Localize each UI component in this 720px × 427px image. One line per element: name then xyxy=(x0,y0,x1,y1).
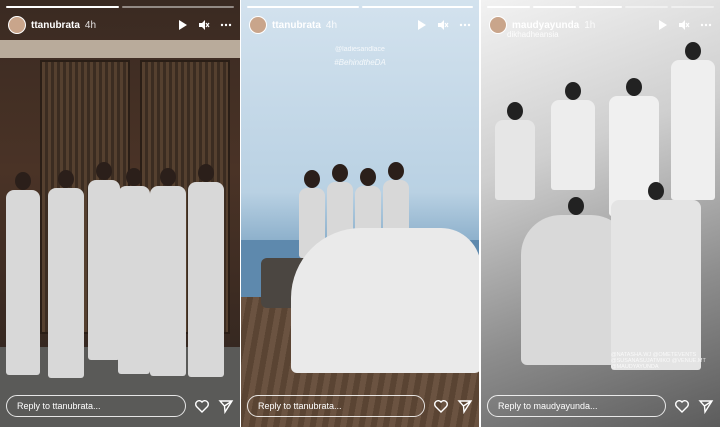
more-dots-icon[interactable] xyxy=(700,19,712,31)
mention-sticker[interactable]: @NATASHA.WJ @OMETEVENTS @SUSANASUJATMIKO… xyxy=(611,352,711,370)
bridesmaid-figure xyxy=(495,102,535,200)
send-icon[interactable] xyxy=(218,398,234,414)
send-icon[interactable] xyxy=(698,398,714,414)
story-panel-1[interactable]: ttanubrata 4h Reply to ttanubrata... xyxy=(0,0,240,427)
reply-input[interactable]: Reply to ttanubrata... xyxy=(6,395,186,417)
send-icon[interactable] xyxy=(457,398,473,414)
story-header: ttanubrata 4h xyxy=(8,14,232,36)
heart-icon[interactable] xyxy=(433,398,449,414)
timestamp: 1h xyxy=(584,19,596,31)
story-photo xyxy=(0,0,240,427)
speaker-muted-icon[interactable] xyxy=(198,19,210,31)
bridesmaid-figure xyxy=(551,82,595,190)
timestamp: 4h xyxy=(325,19,338,31)
mention-sticker[interactable]: @ladiesandlace xyxy=(281,46,439,53)
ceiling-beam xyxy=(0,40,240,58)
heart-icon[interactable] xyxy=(194,398,210,414)
story-subtitle[interactable]: dikhadheansia xyxy=(507,30,559,39)
bridesmaid-figure xyxy=(671,42,715,200)
reply-input[interactable]: Reply to ttanubrata... xyxy=(247,395,425,417)
stories-collage: ttanubrata 4h Reply to ttanubrata... tta… xyxy=(0,0,720,427)
bridesmaid-figure xyxy=(88,162,120,360)
play-icon[interactable] xyxy=(176,19,188,31)
reply-bar: Reply to maudyayunda... xyxy=(487,393,714,419)
story-header: ttanubrata 4h xyxy=(249,14,471,36)
story-panel-2[interactable]: ttanubrata 4h @ladiesandlace #BehindtheD… xyxy=(241,0,479,427)
bridesmaid-figure xyxy=(150,168,186,376)
story-progress xyxy=(487,6,714,8)
timestamp: 4h xyxy=(84,19,97,31)
heart-icon[interactable] xyxy=(674,398,690,414)
speaker-muted-icon[interactable] xyxy=(437,19,449,31)
reply-bar: Reply to ttanubrata... xyxy=(247,393,473,419)
bridesmaid-figure xyxy=(48,170,84,378)
avatar[interactable] xyxy=(8,16,26,34)
bridesmaid-figure xyxy=(188,164,224,377)
bridesmaid-figure xyxy=(611,182,701,370)
story-panel-3[interactable]: maudyayunda 1h dikhadheansia @NATASHA.WJ… xyxy=(481,0,720,427)
speaker-muted-icon[interactable] xyxy=(678,19,690,31)
more-dots-icon[interactable] xyxy=(459,19,471,31)
username[interactable]: ttanubrata xyxy=(31,20,80,31)
play-icon[interactable] xyxy=(656,19,668,31)
story-progress xyxy=(6,6,234,8)
story-progress xyxy=(247,6,473,8)
reply-input[interactable]: Reply to maudyayunda... xyxy=(487,395,666,417)
bridesmaid-figure xyxy=(6,172,40,375)
avatar[interactable] xyxy=(489,16,507,34)
more-dots-icon[interactable] xyxy=(220,19,232,31)
hashtag-sticker[interactable]: #BehindtheDA xyxy=(281,58,439,67)
reply-bar: Reply to ttanubrata... xyxy=(6,393,234,419)
avatar[interactable] xyxy=(249,16,267,34)
bride-gown xyxy=(291,228,479,373)
bridesmaid-figure xyxy=(118,168,150,374)
play-icon[interactable] xyxy=(415,19,427,31)
username[interactable]: maudyayunda xyxy=(512,20,579,31)
username[interactable]: ttanubrata xyxy=(272,20,321,31)
